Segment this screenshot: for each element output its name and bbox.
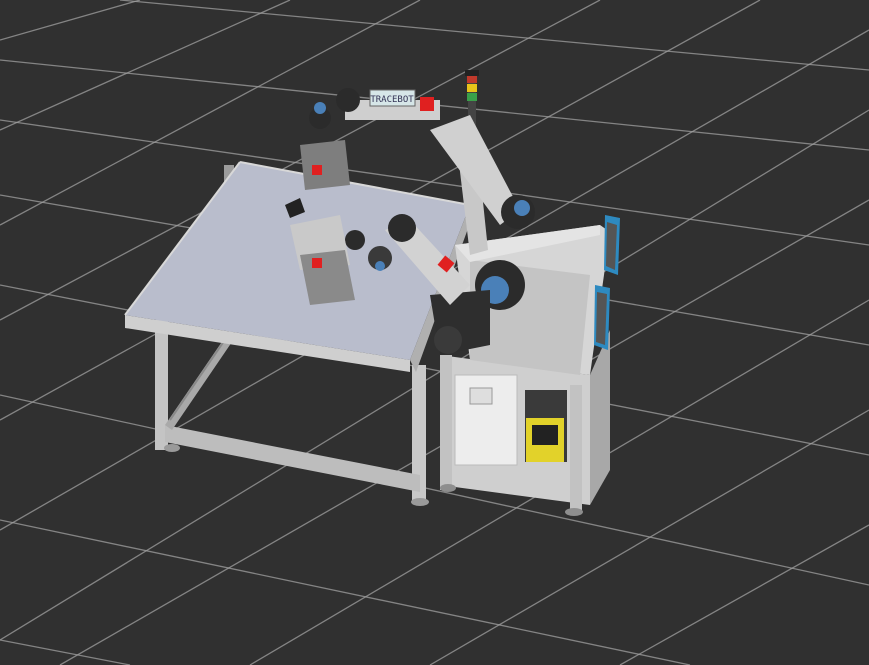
ground-grid bbox=[0, 0, 869, 665]
control-cabinet bbox=[440, 215, 620, 516]
stack-light-yellow bbox=[467, 84, 477, 92]
scene-canvas[interactable]: TRACEBOT bbox=[0, 0, 869, 665]
stack-light-red bbox=[467, 75, 477, 83]
stack-light-green bbox=[467, 93, 477, 101]
robot-label: TRACEBOT bbox=[370, 95, 414, 105]
vent-panel bbox=[469, 387, 493, 405]
3d-viewport[interactable]: TRACEBOT bbox=[0, 0, 869, 665]
